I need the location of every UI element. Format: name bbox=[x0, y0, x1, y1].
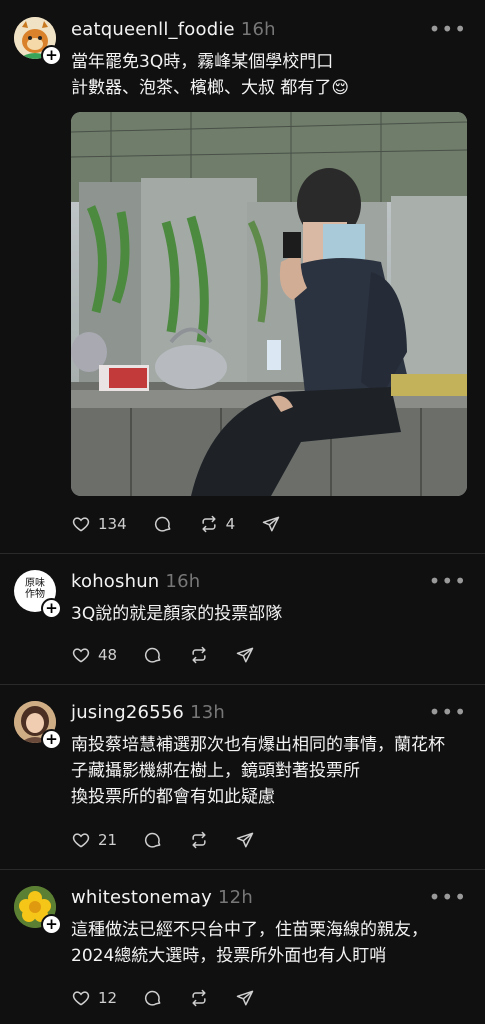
repost-icon bbox=[202, 515, 216, 533]
repost-icon bbox=[192, 989, 206, 1007]
share-button[interactable] bbox=[235, 830, 255, 850]
like-count: 21 bbox=[98, 831, 118, 849]
post-line: 南投蔡培慧補選那次也有爆出相同的事情，蘭花杯 bbox=[71, 735, 445, 755]
post-time: 16h bbox=[240, 19, 276, 40]
post-line: 子藏攝影機綁在樹上，鏡頭對著投票所 bbox=[71, 761, 360, 781]
post-photo[interactable] bbox=[71, 112, 467, 496]
post-eatqueenll: + eatqueenll_foodie 16h ••• 當年罷免3Q時，霧峰某個學… bbox=[0, 0, 485, 553]
like-button[interactable]: 21 bbox=[71, 830, 117, 850]
more-icon[interactable]: ••• bbox=[429, 887, 467, 907]
more-icon[interactable]: ••• bbox=[429, 702, 467, 722]
comment-button[interactable] bbox=[143, 830, 163, 850]
post-text: 南投蔡培慧補選那次也有爆出相同的事情，蘭花杯 子藏攝影機綁在樹上，鏡頭對著投票所… bbox=[71, 732, 469, 810]
more-icon[interactable]: ••• bbox=[429, 571, 467, 591]
post-line: 當年罷免3Q時，霧峰某個學校門口 bbox=[71, 52, 334, 72]
send-icon bbox=[236, 832, 254, 848]
comment-icon bbox=[145, 990, 161, 1006]
username[interactable]: eatqueenll_foodie 16h bbox=[71, 19, 276, 40]
like-button[interactable]: 134 bbox=[71, 514, 127, 534]
post-line: 計數器、泡茶、檳榔、大叔 都有了😌 bbox=[71, 78, 350, 98]
post-line: 換投票所的都會有如此疑慮 bbox=[71, 787, 275, 807]
repost-icon bbox=[192, 646, 206, 664]
like-count: 134 bbox=[98, 515, 127, 533]
username[interactable]: jusing26556 13h bbox=[71, 702, 225, 723]
post-text: 這種做法已經不只台中了，住苗栗海線的親友， 2024總統大選時，投票所外面也有人… bbox=[71, 917, 469, 969]
post-text: 3Q說的就是顏家的投票部隊 bbox=[71, 601, 469, 627]
post-actions: 21 bbox=[71, 828, 281, 852]
comment-button[interactable] bbox=[153, 514, 173, 534]
like-count: 48 bbox=[98, 646, 118, 664]
photo-man-drinking-tea bbox=[71, 112, 467, 496]
heart-icon bbox=[72, 991, 90, 1006]
comment-icon bbox=[145, 832, 161, 848]
reply-jusing: + jusing26556 13h ••• 南投蔡培慧補選那次也有爆出相同的事情，… bbox=[0, 685, 485, 869]
follow-plus-icon[interactable]: + bbox=[41, 598, 62, 619]
post-line: 這種做法已經不只台中了，住苗栗海線的親友， bbox=[71, 920, 428, 940]
post-actions: 134 4 bbox=[71, 512, 307, 536]
post-line: 2024總統大選時，投票所外面也有人盯哨 bbox=[71, 946, 387, 966]
share-button[interactable] bbox=[235, 645, 255, 665]
post-time: 12h bbox=[218, 887, 253, 908]
share-button[interactable] bbox=[235, 988, 255, 1008]
post-actions: 12 bbox=[71, 986, 281, 1010]
post-time: 13h bbox=[190, 702, 226, 723]
repost-button[interactable] bbox=[189, 645, 209, 665]
repost-button[interactable] bbox=[189, 830, 209, 850]
follow-plus-icon[interactable]: + bbox=[41, 45, 62, 66]
avatar-text: 原味 作物 bbox=[25, 578, 45, 600]
post-line: 3Q說的就是顏家的投票部隊 bbox=[71, 604, 283, 624]
like-button[interactable]: 12 bbox=[71, 988, 117, 1008]
send-icon bbox=[262, 516, 280, 532]
repost-icon bbox=[192, 831, 206, 849]
send-icon bbox=[236, 990, 254, 1006]
comment-icon bbox=[145, 647, 161, 663]
username[interactable]: kohoshun 16h bbox=[71, 571, 200, 592]
follow-plus-icon[interactable]: + bbox=[41, 729, 62, 750]
reply-whitestonemay: + whitestonemay 12h ••• 這種做法已經不只台中了，住苗栗海線… bbox=[0, 870, 485, 1024]
repost-count: 4 bbox=[225, 515, 236, 533]
post-text: 當年罷免3Q時，霧峰某個學校門口 計數器、泡茶、檳榔、大叔 都有了😌 bbox=[71, 49, 469, 101]
repost-button[interactable]: 4 bbox=[199, 514, 236, 534]
heart-icon bbox=[72, 833, 90, 848]
comment-button[interactable] bbox=[143, 645, 163, 665]
repost-button[interactable] bbox=[189, 988, 209, 1008]
like-button[interactable]: 48 bbox=[71, 645, 117, 665]
heart-icon bbox=[72, 517, 90, 532]
reply-kohoshun: 原味 作物 + kohoshun 16h ••• 3Q說的就是顏家的投票部隊 48 bbox=[0, 554, 485, 684]
share-button[interactable] bbox=[261, 514, 281, 534]
like-count: 12 bbox=[98, 989, 118, 1007]
comment-button[interactable] bbox=[143, 988, 163, 1008]
send-icon bbox=[236, 647, 254, 663]
post-actions: 48 bbox=[71, 643, 281, 667]
heart-icon bbox=[72, 648, 90, 663]
post-time: 16h bbox=[165, 571, 201, 592]
comment-icon bbox=[154, 516, 171, 532]
more-icon[interactable]: ••• bbox=[429, 19, 467, 39]
follow-plus-icon[interactable]: + bbox=[41, 914, 62, 935]
username[interactable]: whitestonemay 12h bbox=[71, 887, 253, 908]
